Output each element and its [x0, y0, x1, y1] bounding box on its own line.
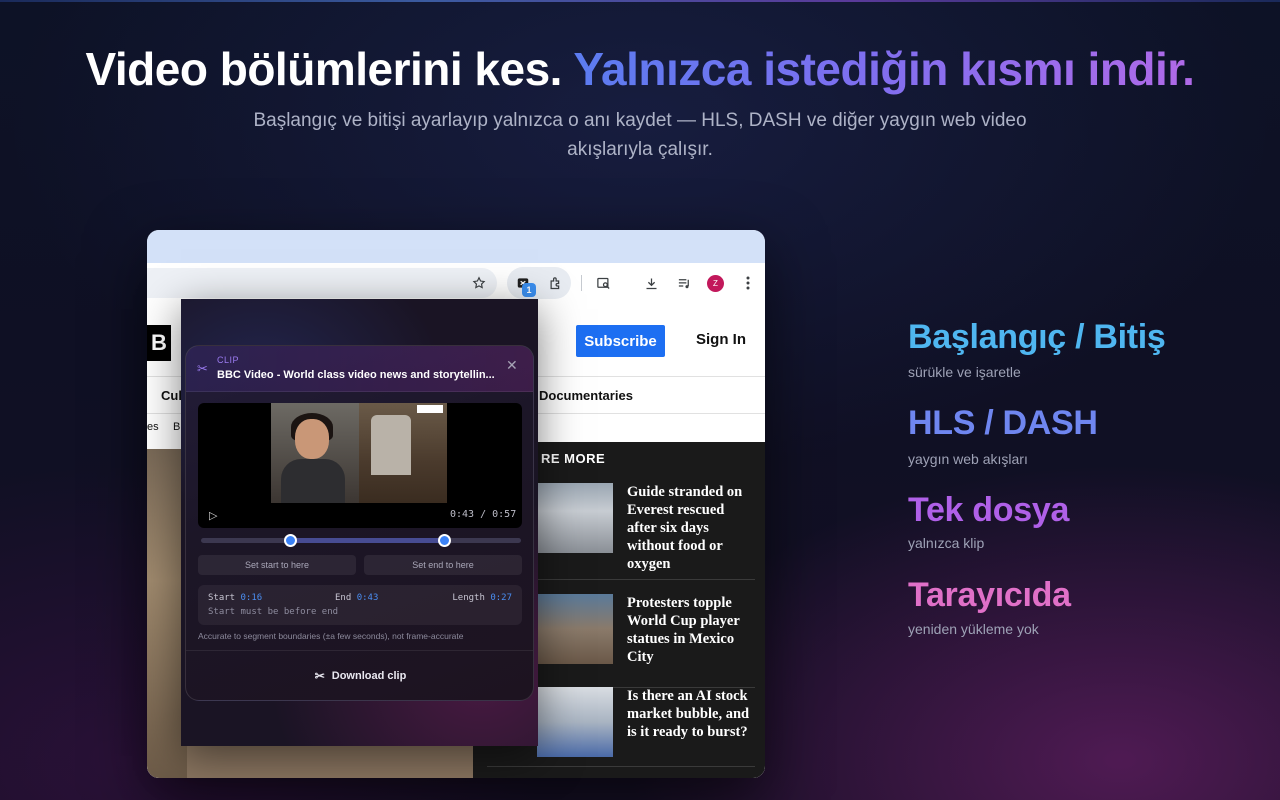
- end-handle[interactable]: [437, 534, 451, 547]
- time-readout: 0:43 / 0:57: [450, 509, 517, 520]
- selected-range: [290, 538, 445, 543]
- download-clip-button[interactable]: ✂ Download clip: [186, 664, 533, 688]
- feature-title-in-browser: Tarayıcıda: [908, 576, 1071, 614]
- feature-title-start-end: Başlangıç / Bitiş: [908, 318, 1166, 356]
- media-queue-icon[interactable]: [672, 271, 696, 295]
- feature-desc-hls-dash: yaygın web akışları: [908, 451, 1028, 467]
- clip-label: CLIP: [217, 355, 240, 365]
- feature-title-single-file: Tek dosya: [908, 491, 1070, 529]
- address-bar[interactable]: [147, 268, 497, 298]
- length-readout: Length 0:27: [452, 593, 512, 603]
- nav-item-documentaries[interactable]: Documentaries: [539, 388, 633, 403]
- star-icon[interactable]: [467, 271, 491, 295]
- clip-video-title: BBC Video - World class video news and s…: [217, 369, 495, 381]
- story-thumbnail: [537, 594, 613, 664]
- avatar[interactable]: Z: [707, 275, 724, 292]
- set-end-button[interactable]: Set end to here: [364, 555, 522, 575]
- screenshot-search-icon[interactable]: [591, 271, 615, 295]
- nav-item-culture[interactable]: Cul: [161, 388, 182, 403]
- subnav-item[interactable]: es: [147, 421, 159, 433]
- popup-divider: [186, 650, 533, 651]
- play-icon[interactable]: ▷: [209, 509, 217, 522]
- extensions-icon[interactable]: [543, 271, 567, 295]
- feature-desc-single-file: yalnızca klip: [908, 535, 985, 551]
- length-label: Length: [452, 593, 485, 603]
- bbc-logo[interactable]: B: [147, 325, 171, 361]
- more-section-title: RE MORE: [541, 451, 606, 466]
- speaker-body: [281, 459, 345, 503]
- scissors-icon: ✂: [197, 361, 208, 376]
- frame-tag: [417, 405, 443, 413]
- story-thumbnail: [537, 483, 613, 553]
- speaker-face: [295, 419, 329, 459]
- length-value: 0:27: [490, 593, 512, 603]
- subnav-item[interactable]: B: [173, 421, 180, 433]
- start-readout: Start 0:16: [208, 593, 262, 603]
- story-thumbnail: [537, 687, 613, 757]
- page-headline: Video bölümlerini kes. Yalnızca istediği…: [0, 42, 1280, 96]
- toolbar-separator: [581, 275, 582, 291]
- clip-info-box: Start 0:16 End 0:43 Length 0:27 Start mu…: [198, 585, 522, 625]
- video-preview[interactable]: ▷ 0:43 / 0:57: [198, 403, 522, 528]
- end-readout: End 0:43: [335, 593, 378, 603]
- silo-shape: [371, 415, 411, 475]
- clip-popup: ✂ CLIP BBC Video - World class video new…: [185, 345, 534, 701]
- feature-title-hls-dash: HLS / DASH: [908, 404, 1098, 442]
- story-title[interactable]: Is there an AI stock market bubble, and …: [627, 687, 755, 741]
- end-label: End: [335, 593, 352, 603]
- download-clip-label: Download clip: [331, 670, 407, 682]
- start-handle[interactable]: [284, 534, 298, 547]
- feature-desc-in-browser: yeniden yükleme yok: [908, 621, 1039, 637]
- page-subheadline: Başlangıç ve bitişi ayarlayıp yalnızca o…: [253, 110, 1027, 160]
- headline-part1: Video bölümlerini kes.: [85, 43, 563, 95]
- start-label: Start: [208, 593, 236, 603]
- headline-part2: Yalnızca istediğin kısmı indir.: [573, 43, 1195, 95]
- accuracy-note: Accurate to segment boundaries (±a few s…: [198, 631, 464, 641]
- download-icon[interactable]: [639, 271, 663, 295]
- set-start-button[interactable]: Set start to here: [198, 555, 356, 575]
- end-value: 0:43: [356, 593, 379, 603]
- scissors-icon: ✂: [314, 669, 325, 683]
- video-frame-speaker: [271, 403, 359, 503]
- feature-desc-start-end: sürükle ve işaretle: [908, 364, 1021, 380]
- start-value: 0:16: [240, 593, 263, 603]
- story-title[interactable]: Protesters topple World Cup player statu…: [627, 594, 755, 666]
- close-icon[interactable]: ✕: [506, 357, 518, 374]
- top-accent-line: [0, 0, 1280, 2]
- browser-toolbar: 1 Z: [147, 263, 765, 303]
- subscribe-button[interactable]: Subscribe: [576, 325, 665, 357]
- video-frame-silo: [359, 403, 447, 503]
- more-icon[interactable]: [736, 271, 760, 295]
- sign-in-link[interactable]: Sign In: [696, 331, 746, 348]
- browser-tabstrip: [147, 230, 765, 263]
- clip-popup-header: ✂ CLIP BBC Video - World class video new…: [186, 346, 533, 392]
- extension-badge: 1: [522, 283, 536, 297]
- clip-range-slider[interactable]: [201, 534, 521, 547]
- validation-warning: Start must be before end: [208, 607, 339, 617]
- story-title[interactable]: Guide stranded on Everest rescued after …: [627, 483, 755, 573]
